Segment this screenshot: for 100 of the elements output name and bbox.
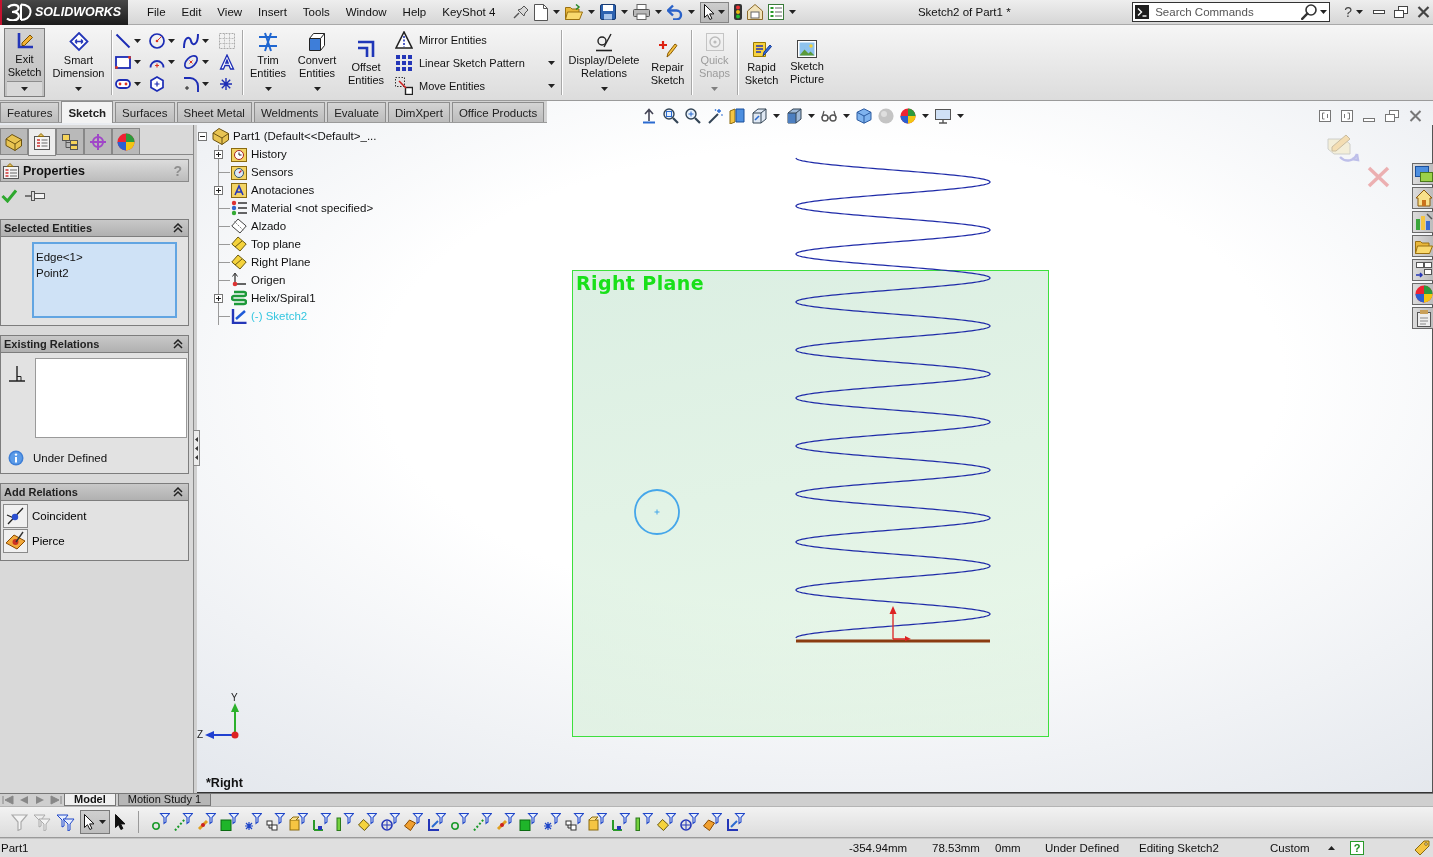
printer-icon[interactable] bbox=[633, 4, 651, 20]
manager-tab[interactable] bbox=[112, 128, 140, 155]
collapse-icon[interactable] bbox=[198, 131, 207, 141]
house-icon[interactable] bbox=[747, 4, 764, 20]
caret-icon[interactable] bbox=[957, 114, 964, 118]
caret-icon[interactable] bbox=[134, 60, 141, 65]
command-tab[interactable]: DimXpert bbox=[387, 102, 450, 122]
command-tab[interactable]: Weldments bbox=[253, 102, 326, 122]
menu-item[interactable]: Edit bbox=[173, 4, 210, 20]
tag-icon[interactable] bbox=[1414, 840, 1430, 856]
filter-icon[interactable] bbox=[197, 813, 216, 831]
filter-icon[interactable] bbox=[657, 813, 676, 831]
cube-icon[interactable] bbox=[786, 108, 802, 124]
command-button[interactable]: Exit Sketch bbox=[4, 28, 45, 97]
caret-icon[interactable] bbox=[588, 10, 596, 14]
folder-icon[interactable] bbox=[565, 4, 584, 20]
filter-icon[interactable] bbox=[450, 813, 469, 831]
command-button[interactable]: Offset Entities bbox=[344, 28, 388, 97]
caret-icon[interactable] bbox=[773, 114, 780, 118]
point-icon[interactable] bbox=[219, 77, 233, 92]
filter-icon[interactable] bbox=[473, 813, 492, 831]
split-cube-icon[interactable] bbox=[729, 108, 745, 124]
caret-icon[interactable] bbox=[202, 82, 209, 87]
ellipse-icon[interactable] bbox=[183, 54, 199, 71]
help-button[interactable]: ? bbox=[1350, 841, 1364, 855]
filter-icon[interactable] bbox=[634, 813, 653, 831]
filter-icon[interactable] bbox=[519, 813, 538, 831]
task-pane-tab[interactable] bbox=[1412, 283, 1433, 305]
command-button[interactable]: Repair Sketch bbox=[647, 28, 688, 97]
command-button[interactable]: Rapid Sketch bbox=[741, 28, 782, 97]
filter-icon[interactable] bbox=[611, 813, 630, 831]
caret-icon[interactable] bbox=[168, 60, 175, 65]
task-pane-tab[interactable] bbox=[1412, 235, 1433, 257]
filter-icon[interactable] bbox=[565, 813, 584, 831]
caret-icon[interactable] bbox=[688, 10, 696, 14]
letter-a-icon[interactable] bbox=[219, 54, 235, 71]
relation-button[interactable]: Pierce bbox=[3, 529, 65, 553]
pin-icon[interactable] bbox=[25, 190, 45, 202]
tree-item[interactable]: History bbox=[251, 148, 287, 160]
task-pane-tab[interactable] bbox=[1412, 163, 1433, 185]
wand-icon[interactable] bbox=[707, 108, 723, 124]
search-icon[interactable] bbox=[1301, 4, 1318, 20]
expand-icon[interactable] bbox=[214, 149, 223, 159]
glasses-icon[interactable] bbox=[821, 110, 837, 122]
select-button[interactable] bbox=[80, 810, 110, 834]
list-item[interactable]: Point2 bbox=[36, 265, 175, 281]
command-button[interactable]: Linear Sketch Pattern bbox=[392, 51, 558, 74]
caret-icon[interactable] bbox=[655, 10, 663, 14]
check-icon[interactable] bbox=[1, 189, 17, 203]
filter-icon[interactable] bbox=[220, 813, 239, 831]
caret-icon[interactable] bbox=[202, 60, 209, 65]
filter-icon[interactable] bbox=[266, 813, 285, 831]
line-icon[interactable] bbox=[115, 32, 131, 49]
filter-icon[interactable] bbox=[542, 813, 561, 831]
menu-item[interactable]: Help bbox=[394, 4, 435, 20]
caret-icon[interactable] bbox=[621, 10, 629, 14]
monitor-icon[interactable] bbox=[935, 108, 951, 124]
tree-item[interactable]: Top plane bbox=[251, 238, 301, 250]
caret-icon[interactable] bbox=[1328, 846, 1335, 850]
caret-icon[interactable] bbox=[808, 114, 815, 118]
menu-item[interactable]: Insert bbox=[250, 4, 295, 20]
command-tab[interactable]: Office Products bbox=[451, 102, 545, 122]
filter-icon[interactable] bbox=[289, 813, 308, 831]
rectangle-icon[interactable] bbox=[115, 56, 131, 69]
cursor-icon[interactable] bbox=[115, 814, 126, 830]
menu-item[interactable]: KeyShot 4 bbox=[434, 4, 504, 20]
expand-icon[interactable] bbox=[214, 293, 223, 303]
close-icon[interactable] bbox=[1409, 110, 1422, 122]
tree-item[interactable]: Helix/Spiral1 bbox=[251, 292, 316, 304]
traffic-light-icon[interactable] bbox=[734, 4, 743, 20]
funnel-icon[interactable] bbox=[56, 813, 75, 831]
command-button[interactable]: Sketch Picture bbox=[786, 28, 828, 97]
pin-icon[interactable] bbox=[513, 5, 530, 19]
tree-item[interactable]: Sensors bbox=[251, 166, 294, 178]
task-pane-tab[interactable] bbox=[1412, 211, 1433, 233]
selection-list[interactable]: Edge<1> Point2 bbox=[32, 242, 177, 318]
tree-item[interactable]: Right Plane bbox=[251, 256, 311, 268]
double-chevron-icon[interactable] bbox=[173, 339, 183, 349]
caret-icon[interactable] bbox=[1320, 10, 1328, 14]
color-sphere-icon[interactable] bbox=[900, 108, 916, 124]
relation-button[interactable]: Coincident bbox=[3, 504, 87, 528]
spline-icon[interactable] bbox=[183, 32, 199, 49]
zoom-icon[interactable] bbox=[685, 108, 701, 124]
manager-tab[interactable] bbox=[0, 128, 28, 155]
menu-item[interactable]: View bbox=[209, 4, 251, 20]
select-button[interactable] bbox=[700, 1, 730, 23]
curved-arrow-icon[interactable] bbox=[667, 4, 684, 20]
list-item[interactable]: Edge<1> bbox=[36, 249, 175, 265]
menu-item[interactable]: File bbox=[139, 4, 174, 20]
command-tab[interactable]: Sketch bbox=[61, 101, 114, 123]
arrow-icon[interactable] bbox=[641, 108, 657, 124]
restore-icon[interactable] bbox=[1385, 110, 1399, 122]
caret-icon[interactable] bbox=[843, 114, 850, 118]
polygon-icon[interactable] bbox=[149, 76, 165, 93]
tree-item[interactable]: Material <not specified> bbox=[251, 202, 374, 214]
search-field[interactable]: Search Commands bbox=[1132, 2, 1331, 22]
filter-icon[interactable] bbox=[151, 813, 170, 831]
filter-icon[interactable] bbox=[174, 813, 193, 831]
filter-icon[interactable] bbox=[358, 813, 377, 831]
tree-item[interactable]: Alzado bbox=[251, 220, 287, 232]
